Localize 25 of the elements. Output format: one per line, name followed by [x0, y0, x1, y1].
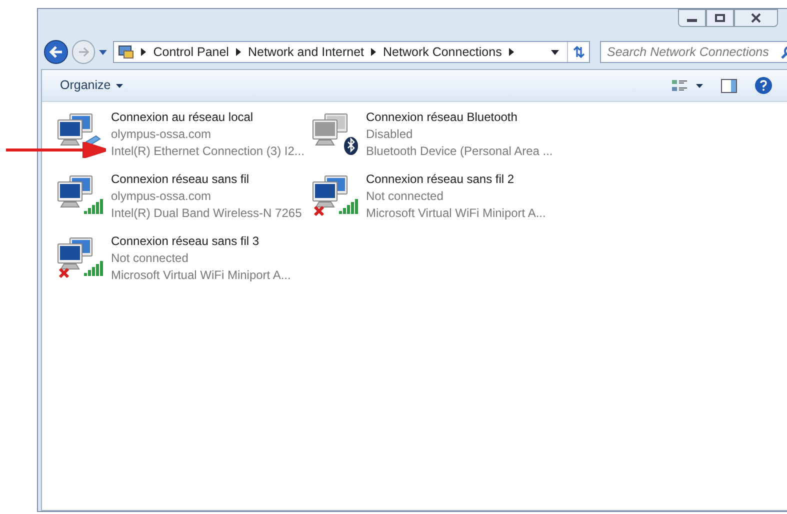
connection-name: Connexion réseau sans fil 3	[111, 233, 260, 250]
breadcrumb-item[interactable]: Control Panel	[153, 42, 229, 62]
connection-name: Connexion réseau Bluetooth	[366, 109, 518, 126]
connection-item[interactable]: Connexion réseau sans fil olympus-ossa.com Intel(R) Dual Band Wireless-N 7265	[56, 171, 304, 222]
connection-name: Connexion au réseau local	[111, 109, 254, 126]
connection-item[interactable]: Connexion réseau sans fil 2 Not connected Microsoft Virtual WiFi Miniport A...	[311, 171, 559, 222]
device-name: Intel(R) Dual Band Wireless-N 7265	[111, 205, 302, 222]
connection-status: Disabled	[366, 126, 414, 143]
device-name: Bluetooth Device (Personal Area ...	[366, 143, 553, 160]
breadcrumb-item[interactable]: Network and Internet	[248, 42, 364, 62]
connection-name: Connexion réseau sans fil	[111, 171, 250, 188]
organize-button[interactable]: Organize	[60, 76, 123, 95]
address-bar[interactable]: Control Panel Network and Internet Network Connections	[113, 41, 590, 63]
connection-status: olympus-ossa.com	[111, 188, 212, 205]
connection-status: olympus-ossa.com	[111, 126, 212, 143]
connection-status: Not connected	[111, 250, 190, 267]
connection-status: Not connected	[366, 188, 444, 205]
breadcrumb-item[interactable]: Network Connections	[383, 42, 502, 62]
search-field[interactable]: Search Network Connections	[600, 41, 787, 63]
device-name: Microsoft Virtual WiFi Miniport A...	[111, 267, 291, 284]
device-name: Intel(R) Ethernet Connection (3) I2...	[111, 143, 304, 160]
connection-item[interactable]: Connexion au réseau local olympus-ossa.com Intel(R) Ethernet Connection (3) I2...	[56, 109, 304, 160]
connection-item[interactable]: Connexion réseau sans fil 3 Not connected Microsoft Virtual WiFi Miniport A...	[56, 233, 304, 284]
connection-name: Connexion réseau sans fil 2	[366, 171, 516, 188]
device-name: Microsoft Virtual WiFi Miniport A...	[366, 205, 546, 222]
